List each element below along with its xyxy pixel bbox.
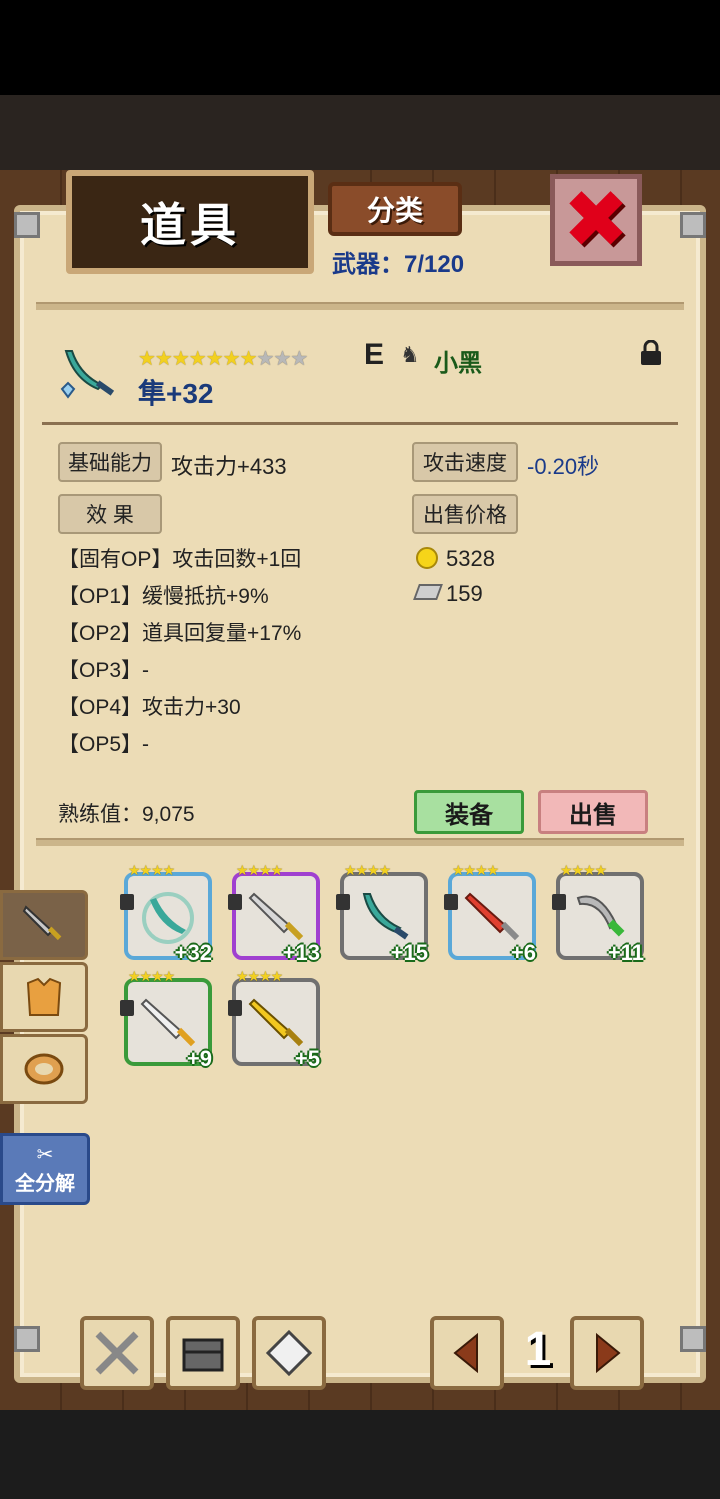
tab-armor[interactable]	[0, 962, 88, 1032]
right-arrow-icon	[596, 1332, 621, 1374]
lock-icon	[120, 894, 134, 910]
lock-icon	[228, 1000, 242, 1016]
rarity-stars: ★★★★★★★★★★	[138, 348, 308, 370]
disassemble-all-button[interactable]: ✂ 全分解	[0, 1133, 90, 1205]
lock-icon	[120, 1000, 134, 1016]
gold-coin-icon	[416, 547, 438, 569]
inventory-slot[interactable]: ★★★★ +11	[552, 862, 644, 965]
option-4: 【OP4】攻击力+30	[58, 696, 241, 719]
item-name: 隼+32	[138, 378, 214, 409]
option-3: 【OP3】-	[58, 659, 150, 682]
navigation-bar	[0, 1410, 720, 1499]
attack-speed-label: 攻击速度	[412, 442, 518, 482]
option-5: 【OP5】-	[58, 733, 150, 756]
inventory-slot[interactable]: ★★★★ +32	[120, 862, 212, 965]
gold-price: 5328	[446, 546, 495, 571]
armor-icon	[26, 977, 62, 1016]
crossed-swords-button[interactable]	[80, 1316, 154, 1390]
gem-icon	[265, 1329, 313, 1377]
gem-button[interactable]	[252, 1316, 326, 1390]
disassemble-icon: ✂	[36, 1144, 54, 1166]
divider	[36, 838, 684, 846]
effect-label: 效 果	[58, 494, 162, 534]
sword-icon	[22, 905, 62, 941]
page-title: 道具	[66, 170, 314, 274]
chest-icon	[182, 1338, 224, 1372]
left-arrow-icon	[453, 1332, 478, 1374]
lock-icon	[336, 894, 350, 910]
grade-letter: E	[364, 338, 385, 371]
divider	[36, 302, 684, 310]
tab-weapons[interactable]	[0, 890, 88, 960]
lock-icon	[228, 894, 242, 910]
system-status-bar	[0, 0, 720, 95]
attack-speed-value: -0.20秒	[527, 454, 600, 479]
disassemble-all-label: 全分解	[15, 1173, 75, 1195]
page-title-text: 道具	[140, 199, 240, 251]
base-stats-value: 攻击力+433	[171, 454, 287, 479]
inventory-slot[interactable]: ★★★★ +13	[228, 862, 320, 965]
owner-character-icon: ♞	[400, 342, 420, 367]
option-1: 【OP1】缓慢抵抗+9%	[58, 585, 269, 608]
base-stats-label: 基础能力	[58, 442, 162, 482]
close-icon: ✖	[562, 175, 630, 264]
sell-button[interactable]: 出售	[538, 790, 648, 834]
lock-icon	[552, 894, 566, 910]
divider	[42, 422, 678, 425]
panel-corner	[14, 212, 40, 238]
category-button[interactable]: 分类	[328, 182, 462, 236]
close-button[interactable]: ✖	[550, 174, 642, 266]
equip-button[interactable]: 装备	[414, 790, 524, 834]
page-number: 1	[524, 1323, 552, 1376]
sell-price-label: 出售价格	[412, 494, 518, 534]
crossed-swords-icon	[95, 1331, 139, 1375]
lock-icon	[444, 894, 458, 910]
lock-icon[interactable]	[640, 340, 662, 366]
option-fixed: 【固有OP】攻击回数+1回	[58, 548, 302, 571]
panel-corner	[680, 1326, 706, 1352]
tab-accessories[interactable]	[0, 1034, 88, 1104]
chest-button[interactable]	[166, 1316, 240, 1390]
weapon-count: 武器：7/120	[332, 251, 465, 278]
option-2: 【OP2】道具回复量+17%	[58, 622, 302, 645]
stone-price: 159	[446, 581, 483, 606]
inventory-slot[interactable]: ★★★★ +6	[444, 862, 536, 965]
owner-name: 小黑	[434, 350, 482, 377]
curved-blade-icon	[60, 350, 115, 399]
inventory-slot[interactable]: ★★★★ +15	[336, 862, 428, 965]
next-page-button[interactable]	[570, 1316, 644, 1390]
panel-corner	[14, 1326, 40, 1352]
inventory-slot[interactable]: ★★★★ +5	[228, 968, 320, 1071]
ring-icon	[24, 1053, 64, 1085]
prev-page-button[interactable]	[430, 1316, 504, 1390]
panel-corner	[680, 212, 706, 238]
mastery-value: 熟练值：9,075	[58, 803, 195, 826]
inventory-slot[interactable]: ★★★★ +9	[120, 968, 212, 1071]
